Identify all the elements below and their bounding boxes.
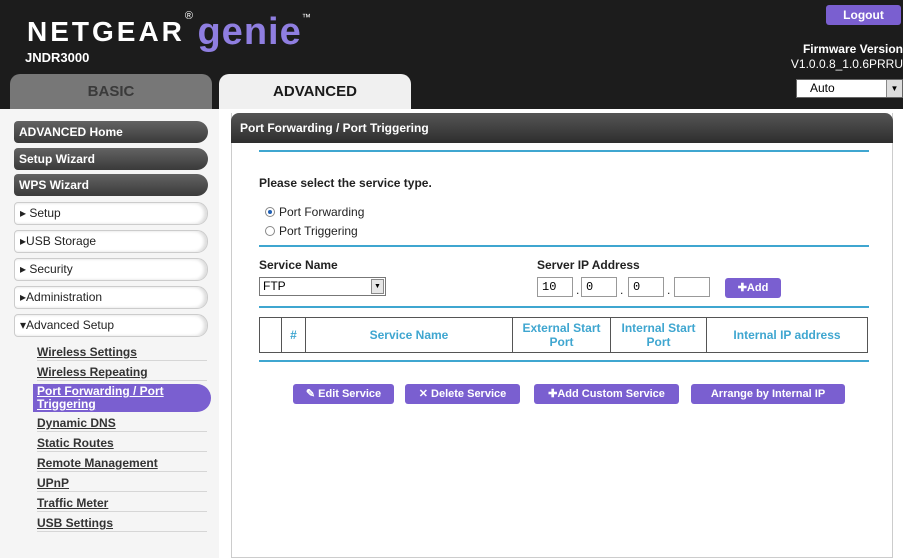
port-forwarding-table: # Service Name External Start Port Inter… — [259, 317, 868, 353]
server-ip-octet-2[interactable]: 0 — [581, 277, 617, 297]
nav-section-administration[interactable]: ▸Administration — [14, 286, 208, 309]
logout-button[interactable]: Logout — [826, 5, 901, 25]
nav-section-usb-storage[interactable]: ▸USB Storage — [14, 230, 208, 253]
header-bar: NETGEAR® genie™ JNDR3000 Logout Firmware… — [0, 0, 903, 109]
tab-basic[interactable]: BASIC — [10, 74, 212, 109]
sidebar-item-traffic-meter[interactable]: Traffic Meter — [37, 496, 207, 512]
table-header-number: # — [281, 317, 306, 353]
language-select[interactable]: Auto ▼ — [796, 79, 903, 98]
radio-port-triggering[interactable] — [265, 226, 275, 236]
netgear-genie-logo: NETGEAR® genie™ — [27, 10, 311, 53]
plus-icon: ✚ — [737, 282, 747, 294]
tab-advanced[interactable]: ADVANCED — [219, 74, 411, 109]
table-header-internal-start-port: Internal Start Port — [610, 317, 707, 353]
server-ip-octet-4[interactable] — [674, 277, 710, 297]
add-button[interactable]: ✚Add — [725, 278, 781, 298]
add-custom-service-button[interactable]: ✚Add Custom Service — [534, 384, 679, 404]
table-header-row: # Service Name External Start Port Inter… — [259, 317, 868, 353]
divider — [259, 150, 869, 152]
pencil-icon: ✎ — [305, 388, 316, 400]
sidebar-item-usb-settings[interactable]: USB Settings — [37, 516, 207, 532]
chevron-down-icon[interactable]: ▼ — [886, 80, 902, 97]
radio-port-forwarding-label[interactable]: Port Forwarding — [279, 205, 364, 219]
table-header-external-start-port: External Start Port — [512, 317, 611, 353]
nav-wps-wizard[interactable]: WPS Wizard — [14, 174, 208, 196]
brand-name: NETGEAR — [27, 16, 185, 47]
chevron-down-icon[interactable]: ▼ — [371, 279, 384, 294]
table-header-internal-ip: Internal IP address — [706, 317, 868, 353]
firmware-version-value: V1.0.0.8_1.0.6PRRU — [790, 57, 903, 71]
divider — [259, 360, 869, 362]
sidebar-item-remote-management[interactable]: Remote Management — [37, 456, 207, 472]
nav-section-setup[interactable]: ▸ Setup — [14, 202, 208, 225]
sidebar-item-upnp[interactable]: UPnP — [37, 476, 207, 492]
close-icon: ✕ — [418, 388, 428, 400]
table-header-service-name: Service Name — [305, 317, 513, 353]
server-ip-label: Server IP Address — [537, 258, 640, 272]
table-header-select — [259, 317, 282, 353]
sidebar-item-dynamic-dns[interactable]: Dynamic DNS — [37, 416, 207, 432]
server-ip-octet-3[interactable]: 0 — [628, 277, 664, 297]
plus-icon: ✚ — [548, 388, 558, 400]
sidebar-item-wireless-repeating[interactable]: Wireless Repeating — [37, 365, 207, 381]
server-ip-octet-1[interactable]: 10 — [537, 277, 573, 297]
radio-port-triggering-label[interactable]: Port Triggering — [279, 224, 358, 238]
service-name-select[interactable]: FTP ▼ — [259, 277, 386, 296]
radio-port-forwarding[interactable] — [265, 207, 275, 217]
sidebar-item-wireless-settings[interactable]: Wireless Settings — [37, 345, 207, 361]
edit-service-button[interactable]: ✎ Edit Service — [293, 384, 394, 404]
product-name: genie — [197, 11, 302, 53]
nav-section-security[interactable]: ▸ Security — [14, 258, 208, 281]
caret-right-icon: ▸ — [20, 262, 27, 276]
sidebar-item-port-forwarding[interactable]: Port Forwarding / Port Triggering — [33, 384, 211, 412]
divider — [259, 245, 869, 247]
nav-setup-wizard[interactable]: Setup Wizard — [14, 148, 208, 170]
service-name-label: Service Name — [259, 258, 338, 272]
model-name: JNDR3000 — [25, 50, 90, 65]
service-type-prompt: Please select the service type. — [259, 176, 432, 190]
page-title: Port Forwarding / Port Triggering — [231, 113, 893, 143]
delete-service-button[interactable]: ✕ Delete Service — [405, 384, 520, 404]
nav-section-advanced-setup[interactable]: ▾Advanced Setup — [14, 314, 208, 337]
language-select-value: Auto — [810, 81, 835, 95]
divider — [259, 306, 869, 308]
caret-right-icon: ▸ — [20, 206, 27, 220]
nav-advanced-home[interactable]: ADVANCED Home — [14, 121, 208, 143]
arrange-by-internal-ip-button[interactable]: Arrange by Internal IP — [691, 384, 845, 404]
sidebar-item-static-routes[interactable]: Static Routes — [37, 436, 207, 452]
firmware-version-label: Firmware Version — [802, 42, 903, 56]
